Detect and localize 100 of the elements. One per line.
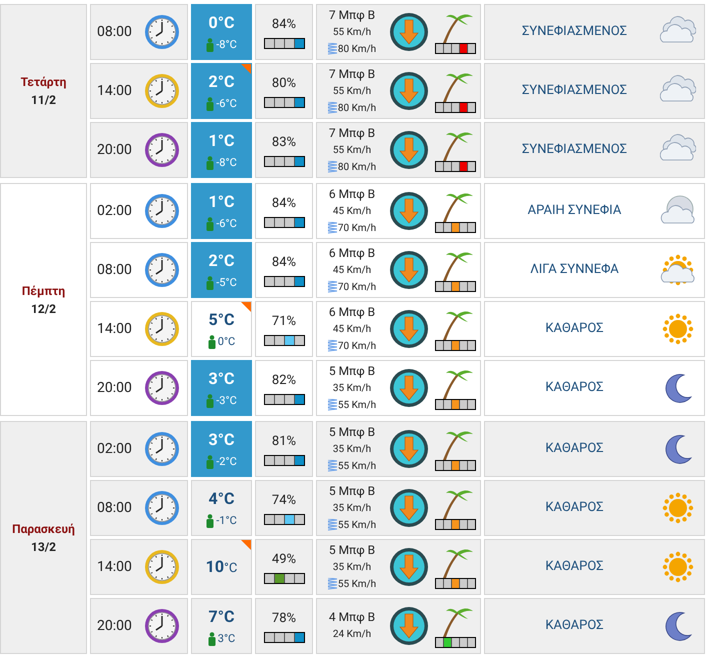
sky-condition: ΚΑΘΑΡΟΣ	[544, 499, 605, 518]
beaufort: 6 Μπφ Β	[328, 304, 376, 320]
person-icon	[206, 514, 214, 528]
day-date: 11/2	[30, 92, 56, 109]
temperature: 1°C	[208, 190, 234, 213]
wind-gust-icon	[328, 161, 338, 173]
person-icon	[206, 38, 214, 52]
wind-gust-icon	[328, 399, 338, 411]
beaufort: 4 Μπφ Β	[328, 609, 376, 626]
temperature: 5°C	[208, 308, 234, 331]
sky-condition: ΚΑΘΑΡΟΣ	[544, 617, 605, 636]
temperature: 4°C	[208, 488, 234, 510]
wind-direction-icon	[389, 429, 429, 469]
wind-speed: 24 Km/h	[332, 628, 372, 642]
day-name: Πέμπτη	[22, 282, 66, 300]
humidity: 84%	[272, 194, 296, 213]
temperature: 3°C	[208, 368, 234, 390]
wind-gust: 55 Km/h	[338, 460, 376, 474]
person-icon	[208, 632, 216, 646]
temperature: 2°C	[208, 250, 234, 272]
beaufort: 7 Μπφ Β	[328, 66, 376, 82]
feels-like: -1°C	[216, 512, 237, 529]
beaufort: 5 Μπφ Β	[328, 482, 376, 500]
feels-like: -6°C	[216, 96, 237, 112]
person-icon	[206, 97, 214, 111]
wind-gust-icon	[328, 43, 338, 55]
wind-gust-icon	[328, 340, 338, 352]
temperature: 3°C	[208, 428, 234, 451]
wind-gust-icon	[328, 222, 338, 234]
humidity: 80%	[272, 74, 296, 93]
wind-direction-icon	[389, 12, 429, 52]
sky-condition: ΣΥΝΕΦΙΑΣΜΕΝΟΣ	[520, 23, 628, 42]
wind-speed: 35 Km/h	[332, 502, 372, 516]
beaufort: 5 Μπφ Β	[328, 542, 376, 558]
sky-condition: ΚΑΘΑΡΟΣ	[544, 558, 605, 576]
sky-condition: ΚΑΘΑΡΟΣ	[544, 320, 605, 338]
beaufort: 5 Μπφ Β	[328, 362, 376, 380]
wind-direction-icon	[389, 309, 429, 349]
humidity: 82%	[272, 372, 296, 390]
wind-gust-icon	[328, 281, 338, 293]
feels-like: -2°C	[216, 454, 237, 470]
temperature: 2°C	[208, 70, 234, 93]
feels-like: -6°C	[216, 216, 237, 232]
wind-gust: 70 Km/h	[338, 280, 376, 294]
feels-like: 3°C	[218, 630, 236, 647]
wind-gust-icon	[328, 102, 338, 114]
temperature: 7°C	[208, 606, 234, 628]
forecast-time: 02:00	[97, 440, 132, 458]
feels-like: 0°C	[218, 334, 236, 350]
person-icon	[206, 156, 214, 170]
forecast-time: 20:00	[97, 378, 132, 398]
day-date: 13/2	[30, 538, 56, 556]
wind-gust-icon	[328, 519, 338, 531]
forecast-time: 08:00	[97, 260, 132, 280]
person-icon	[206, 276, 214, 290]
wind-speed: 55 Km/h	[332, 84, 372, 98]
feels-like: -8°C	[216, 36, 237, 53]
wind-speed: 35 Km/h	[332, 382, 372, 396]
wind-gust: 70 Km/h	[338, 222, 376, 236]
temperature-unit: °C	[224, 560, 238, 578]
forecast-time: 08:00	[97, 22, 132, 42]
forecast-time: 02:00	[97, 202, 132, 220]
sky-condition: ΛΙΓΑ ΣΥΝΝΕΦΑ	[529, 261, 620, 280]
wind-speed: 45 Km/h	[332, 204, 372, 218]
wind-direction-icon	[389, 547, 429, 587]
wind-gust: 70 Km/h	[338, 340, 376, 354]
humidity: 74%	[272, 492, 296, 510]
wind-direction-icon	[389, 368, 429, 408]
humidity: 81%	[272, 432, 296, 451]
humidity: 84%	[272, 16, 296, 34]
wind-speed: 45 Km/h	[332, 322, 372, 336]
wind-direction-icon	[389, 130, 429, 170]
person-icon	[206, 217, 214, 231]
day-name: Παρασκευή	[12, 520, 75, 538]
wind-speed: 35 Km/h	[332, 442, 372, 456]
person-icon	[206, 394, 214, 408]
wind-gust: 55 Km/h	[338, 518, 376, 532]
wind-speed: 55 Km/h	[332, 26, 372, 40]
humidity: 49%	[272, 550, 296, 569]
wind-speed: 45 Km/h	[332, 264, 372, 278]
sky-condition: ΣΥΝΕΦΙΑΣΜΕΝΟΣ	[520, 82, 628, 100]
wind-direction-icon	[389, 606, 429, 646]
wind-gust: 80 Km/h	[338, 102, 376, 116]
wind-gust: 80 Km/h	[338, 42, 376, 56]
sky-condition: ΑΡΑΙΗ ΣΥΝΕΦΙΑ	[526, 202, 622, 220]
forecast-time: 14:00	[97, 558, 132, 576]
beaufort: 7 Μπφ Β	[328, 124, 376, 142]
humidity: 71%	[272, 312, 296, 331]
humidity: 84%	[272, 254, 296, 272]
wind-gust-icon	[328, 578, 338, 590]
sky-condition: ΚΑΘΑΡΟΣ	[544, 440, 605, 458]
wind-gust: 55 Km/h	[338, 578, 376, 592]
temperature: 0°C	[208, 12, 234, 34]
forecast-time: 08:00	[97, 498, 132, 518]
humidity: 78%	[272, 610, 296, 628]
feels-like: -8°C	[216, 154, 237, 171]
wind-direction-icon	[389, 191, 429, 231]
beaufort: 7 Μπφ Β	[328, 6, 376, 24]
forecast-time: 14:00	[97, 82, 132, 100]
wind-gust: 80 Km/h	[338, 160, 376, 174]
